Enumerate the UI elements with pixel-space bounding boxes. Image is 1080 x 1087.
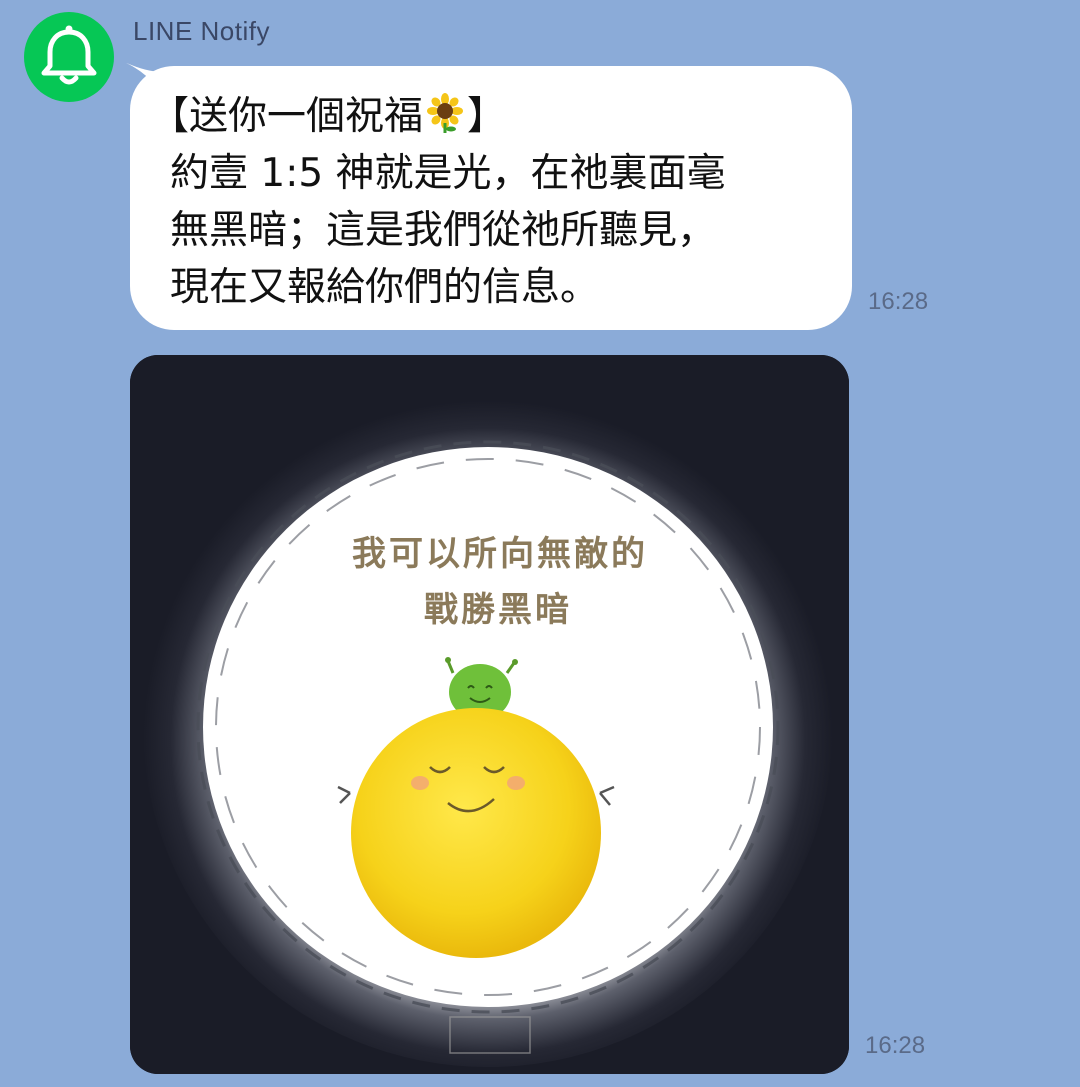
message-line: 約壹 1:5 神就是光，在祂裏面毫 — [170, 151, 726, 196]
sender-name: LINE Notify — [133, 16, 270, 46]
image-caption-line-1: 我可以所向無敵的 — [352, 534, 648, 574]
avatar[interactable] — [24, 12, 114, 102]
image-timestamp: 16:28 — [865, 1032, 926, 1059]
message-title-text: 【送你一個祝福 — [150, 94, 424, 139]
image-illustration: 我可以所向無敵的 戰勝黑暗 — [130, 355, 849, 1074]
message-title-close: 】 — [467, 94, 507, 139]
bell-icon — [41, 25, 97, 85]
message-line: 現在又報給你們的信息。 — [170, 265, 600, 310]
message-line: 無黑暗；這是我們從祂所聽見， — [170, 208, 717, 253]
message-timestamp: 16:28 — [868, 288, 929, 315]
message-title-line: 【送你一個祝福 】 — [150, 88, 818, 145]
image-caption-line-2: 戰勝黑暗 — [424, 590, 572, 630]
sunflower-icon — [427, 93, 464, 133]
image-message[interactable]: 我可以所向無敵的 戰勝黑暗 — [130, 355, 849, 1074]
message-bubble[interactable]: 【送你一個祝福 】 約壹 1:5 神就是光，在祂裏面毫 無黑暗；這是我們從祂所聽… — [130, 66, 852, 330]
